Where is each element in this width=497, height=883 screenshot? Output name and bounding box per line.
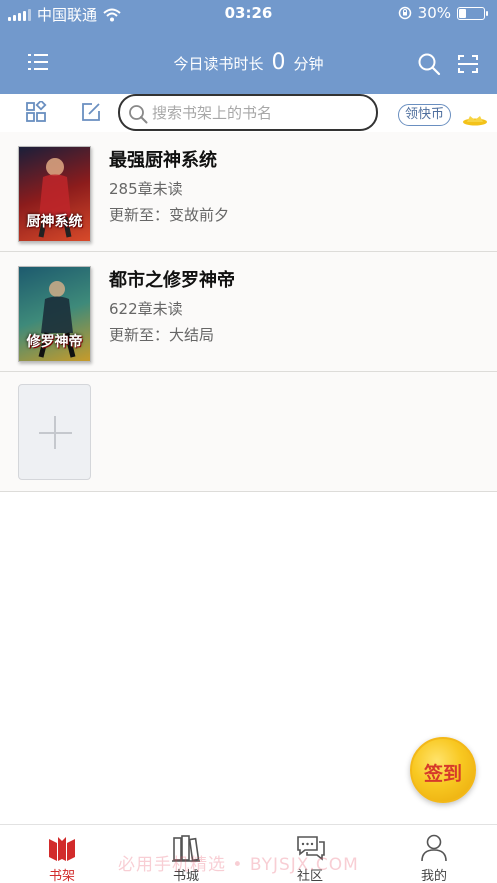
update-label: 更新至： — [109, 326, 170, 344]
book-item[interactable]: 修罗神帝 都市之修罗神帝 622章未读 更新至：大结局 — [0, 252, 497, 372]
tab-community[interactable]: 社区 — [248, 825, 372, 883]
shelf-search[interactable] — [118, 94, 378, 131]
signin-label: 签到 — [423, 763, 462, 785]
book-title[interactable]: 最强厨神系统 — [109, 146, 217, 172]
signin-button[interactable]: 签到 — [410, 737, 476, 803]
unread-count: 622章未读 — [109, 300, 183, 318]
search-input[interactable] — [152, 102, 367, 124]
tab-bookstore[interactable]: 书城 — [124, 825, 248, 883]
cover-title: 修罗神帝 — [26, 334, 83, 350]
edit-icon[interactable] — [80, 101, 102, 123]
tab-profile[interactable]: 我的 — [372, 825, 496, 883]
search-field-icon — [129, 105, 148, 124]
reading-value: 0 — [271, 50, 286, 75]
community-icon — [297, 836, 325, 861]
tab-label: 书架 — [48, 869, 75, 883]
book-item[interactable]: 厨神系统 最强厨神系统 285章未读 更新至：变故前夕 — [0, 132, 497, 252]
battery-icon — [457, 6, 488, 20]
tab-label: 书城 — [172, 869, 199, 883]
bookshelf-icon — [49, 837, 75, 861]
book-title[interactable]: 都市之修罗神帝 — [109, 266, 235, 292]
update-info: 更新至：变故前夕 — [109, 204, 229, 225]
reading-unit: 分钟 — [293, 55, 324, 73]
add-book-icon[interactable] — [18, 384, 91, 480]
tab-bar: 书架 书城 社区 我的 — [0, 824, 497, 883]
update-label: 更新至： — [109, 206, 170, 224]
shelf-divider — [0, 491, 497, 492]
shelf-toolbar: 领快币 — [0, 94, 497, 132]
tab-bookshelf[interactable]: 书架 — [0, 825, 124, 883]
battery-text: 30% — [417, 4, 451, 22]
status-bar: 中国联通 03:26 30% — [0, 0, 497, 26]
book-cover[interactable]: 厨神系统 — [18, 146, 91, 242]
update-chapter: 大结局 — [169, 326, 215, 344]
scan-icon[interactable] — [457, 54, 479, 74]
top-bar: 中国联通 03:26 30% 今日读书时长 0 分钟 — [0, 0, 497, 94]
coin-button[interactable]: 领快币 — [398, 104, 452, 126]
cover-title: 厨神系统 — [26, 214, 83, 230]
bookshelf: 厨神系统 最强厨神系统 285章未读 更新至：变故前夕 修罗神帝 都市之修罗神帝… — [0, 132, 497, 492]
reading-label: 今日读书时长 — [173, 55, 264, 73]
unread-count: 285章未读 — [109, 180, 183, 198]
profile-icon — [421, 834, 447, 862]
update-chapter: 变故前夕 — [169, 206, 230, 224]
book-cover[interactable]: 修罗神帝 — [18, 266, 91, 362]
tab-label: 我的 — [420, 869, 447, 883]
update-info: 更新至：大结局 — [109, 324, 214, 345]
grid-view-icon[interactable] — [25, 101, 47, 123]
tab-label: 社区 — [296, 869, 323, 883]
search-icon[interactable] — [417, 52, 441, 76]
orientation-lock-icon — [398, 6, 411, 20]
coin-decoration-icon[interactable] — [462, 114, 488, 126]
status-right: 30% — [398, 4, 488, 22]
bookstore-icon — [172, 835, 200, 862]
app-header: 今日读书时长 0 分钟 — [0, 26, 497, 94]
